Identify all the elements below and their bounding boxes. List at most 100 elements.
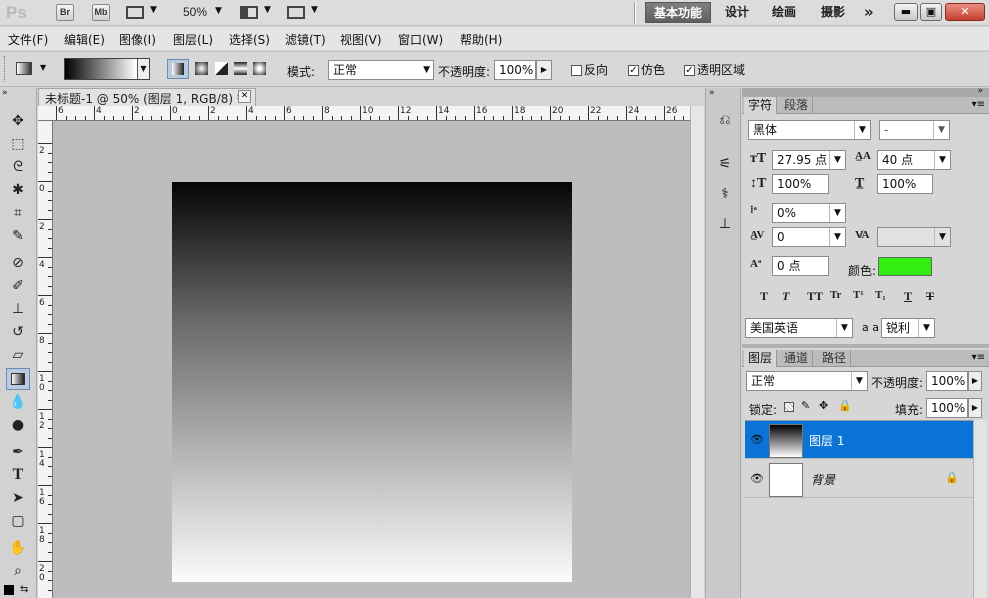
eraser-tool-icon[interactable]: ▱	[6, 344, 30, 366]
chevron-down-icon[interactable]: ▼	[137, 59, 149, 79]
clone-source-icon[interactable]: ⊥	[715, 216, 735, 236]
menu-file[interactable]: 文件(F)	[8, 31, 48, 48]
layer-name[interactable]: 图层 1	[809, 432, 844, 449]
language-select[interactable]: 美国英语 ▼	[745, 318, 853, 338]
horizontal-scale-input[interactable]: 100%	[877, 174, 933, 194]
path-selection-tool-icon[interactable]: ➤	[6, 487, 30, 509]
font-style-select[interactable]: - ▼	[879, 120, 950, 140]
tab-channels[interactable]: 通道	[780, 350, 814, 367]
text-color-swatch[interactable]	[878, 257, 932, 276]
layer-opacity-slider-button[interactable]: ▶	[968, 371, 982, 391]
hand-tool-icon[interactable]: ✋	[6, 537, 30, 559]
close-document-icon[interactable]: ✕	[238, 90, 251, 103]
bridge-button[interactable]: Br	[56, 4, 74, 21]
angle-gradient-button[interactable]	[212, 59, 232, 79]
radial-gradient-button[interactable]	[192, 59, 212, 79]
marquee-tool-icon[interactable]: ⬚	[6, 133, 30, 155]
menu-image[interactable]: 图像(I)	[119, 31, 156, 48]
workspace-painting[interactable]: 绘画	[764, 2, 804, 23]
strikethrough-button[interactable]: T	[926, 289, 934, 304]
screen-mode-dropdown[interactable]: ▼	[287, 4, 321, 21]
diamond-gradient-button[interactable]	[250, 59, 270, 79]
reflected-gradient-button[interactable]	[231, 59, 251, 79]
fill-input[interactable]: 100%	[926, 398, 968, 418]
font-size-select[interactable]: 27.95 点 ▼	[772, 150, 846, 170]
view-extras-dropdown[interactable]: ▼	[126, 4, 160, 21]
menu-window[interactable]: 窗口(W)	[398, 31, 443, 48]
subscript-button[interactable]: T₁	[875, 289, 886, 301]
shape-tool-icon[interactable]: ▢	[6, 510, 30, 532]
opacity-slider-button[interactable]: ▶	[536, 60, 552, 80]
panel-menu-icon[interactable]: ▾≡	[972, 352, 985, 363]
pen-tool-icon[interactable]: ✒	[6, 441, 30, 463]
workspace-photography[interactable]: 摄影	[813, 2, 853, 23]
layer-name[interactable]: 背景	[811, 471, 835, 488]
dither-checkbox[interactable]: ✓	[628, 65, 639, 76]
menu-select[interactable]: 选择(S)	[229, 31, 270, 48]
tab-paths[interactable]: 路径	[818, 350, 852, 367]
history-brush-tool-icon[interactable]: ↺	[6, 321, 30, 343]
foreground-color-swatch[interactable]	[4, 585, 14, 595]
layers-scrollbar[interactable]	[973, 420, 987, 598]
baseline-shift-input[interactable]: 0 点	[772, 256, 829, 276]
workspace-design[interactable]: 设计	[717, 2, 757, 23]
crop-tool-icon[interactable]: ⌗	[6, 202, 30, 224]
lasso-tool-icon[interactable]: ᘓ	[6, 156, 30, 178]
blur-tool-icon[interactable]: 💧	[6, 391, 30, 413]
menu-layer[interactable]: 图层(L)	[173, 31, 213, 48]
quick-select-tool-icon[interactable]: ✱	[6, 179, 30, 201]
clone-stamp-tool-icon[interactable]: ⊥	[6, 298, 30, 320]
eyedropper-tool-icon[interactable]: ✎	[6, 225, 30, 247]
tab-layers[interactable]: 图层	[744, 350, 778, 367]
layer-row[interactable]: 👁 背景 🔒	[745, 460, 973, 498]
workspace-essentials[interactable]: 基本功能	[645, 2, 712, 23]
layer-row[interactable]: 👁 图层 1	[745, 421, 973, 459]
leading-select[interactable]: 40 点 ▼	[877, 150, 951, 170]
arrange-documents-dropdown[interactable]: ▼	[240, 4, 274, 21]
collapse-icon[interactable]: »	[2, 88, 8, 98]
tsume-select[interactable]: 0% ▼	[772, 203, 846, 223]
mini-bridge-button[interactable]: Mb	[92, 4, 110, 21]
font-family-select[interactable]: 黑体 ▼	[748, 120, 871, 140]
vertical-scale-input[interactable]: 100%	[772, 174, 829, 194]
lock-all-icon[interactable]: 🔒	[838, 399, 852, 412]
collapse-icon[interactable]: »	[977, 86, 983, 96]
blend-mode-select[interactable]: 正常 ▼	[746, 371, 868, 391]
lock-transparent-icon[interactable]	[784, 402, 794, 412]
menu-edit[interactable]: 编辑(E)	[64, 31, 105, 48]
tab-character[interactable]: 字符	[744, 97, 778, 114]
superscript-button[interactable]: T¹	[853, 289, 864, 301]
dodge-tool-icon[interactable]: ●	[6, 414, 30, 436]
more-workspaces-button[interactable]: »	[856, 2, 882, 23]
history-panel-icon[interactable]: ⎌	[715, 112, 735, 132]
linear-gradient-button[interactable]	[167, 59, 189, 79]
zoom-level[interactable]: 50%	[183, 5, 207, 19]
menu-view[interactable]: 视图(V)	[340, 31, 382, 48]
minimize-button[interactable]: ▬	[894, 3, 918, 21]
mode-select[interactable]: 正常 ▼	[328, 60, 434, 80]
visibility-eye-icon[interactable]: 👁	[750, 472, 764, 485]
menu-filter[interactable]: 滤镜(T)	[285, 31, 326, 48]
type-tool-icon[interactable]: T	[6, 464, 30, 486]
zoom-dropdown-icon[interactable]: ▼	[215, 6, 222, 16]
menu-help[interactable]: 帮助(H)	[460, 31, 502, 48]
tracking-select[interactable]: 0 ▼	[772, 227, 846, 247]
small-caps-button[interactable]: Tr	[830, 289, 841, 301]
opacity-input[interactable]: 100%	[494, 60, 536, 80]
document-tab[interactable]: 未标题-1 @ 50% (图层 1, RGB/8) * ✕	[38, 88, 256, 106]
transparency-checkbox[interactable]: ✓	[684, 65, 695, 76]
lock-position-icon[interactable]: ✥	[819, 399, 828, 412]
maximize-button[interactable]: ▣	[920, 3, 942, 21]
tab-paragraph[interactable]: 段落	[780, 97, 814, 114]
zoom-tool-icon[interactable]: ⌕	[6, 560, 30, 582]
reverse-checkbox[interactable]	[571, 65, 582, 76]
move-tool-icon[interactable]: ✥	[6, 110, 30, 132]
healing-brush-tool-icon[interactable]: ⊘	[6, 252, 30, 274]
all-caps-button[interactable]: TT	[807, 289, 823, 304]
layer-opacity-input[interactable]: 100%	[926, 371, 968, 391]
kerning-select[interactable]: ▼	[877, 227, 951, 247]
antialias-select[interactable]: 锐利 ▼	[881, 318, 935, 338]
close-button[interactable]: ✕	[945, 3, 985, 21]
fill-slider-button[interactable]: ▶	[968, 398, 982, 418]
document-canvas[interactable]	[172, 182, 572, 582]
